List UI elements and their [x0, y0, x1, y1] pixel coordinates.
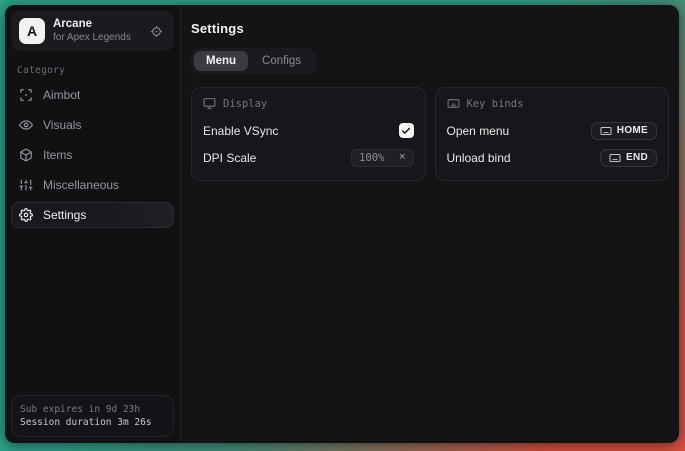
tab-bar: Menu Configs [191, 48, 316, 74]
dpi-label: DPI Scale [203, 151, 256, 165]
keyboard-icon [447, 97, 460, 110]
display-card-title: Display [223, 98, 267, 110]
unload-key: END [626, 152, 648, 163]
keyboard-icon [600, 125, 612, 137]
sidebar-item-miscellaneous[interactable]: Miscellaneous [11, 172, 174, 198]
profile-card: A Arcane for Apex Legends [11, 11, 174, 51]
open-menu-keybind-button[interactable]: HOME [591, 122, 657, 140]
sidebar-spacer [11, 228, 174, 395]
gear-icon [19, 208, 33, 222]
clear-icon[interactable]: × [399, 152, 405, 163]
keybinds-card-header: Key binds [447, 97, 658, 110]
sidebar-item-label: Items [43, 148, 72, 162]
vsync-label: Enable VSync [203, 124, 278, 138]
unload-bind-row: Unload bind END [447, 145, 658, 170]
display-card: Display Enable VSync DPI Scale [191, 87, 426, 181]
display-card-header: Display [203, 97, 414, 110]
open-menu-label: Open menu [447, 124, 510, 138]
tab-configs[interactable]: Configs [250, 51, 313, 71]
app-subtitle: for Apex Legends [53, 32, 138, 44]
main-content: Settings Menu Configs Display Enable VSy… [181, 5, 679, 443]
sidebar-item-label: Settings [43, 208, 86, 222]
dpi-scale-value: 100% [359, 152, 391, 164]
open-menu-key: HOME [617, 125, 648, 136]
target-icon-button[interactable] [146, 21, 166, 41]
sidebar-item-label: Aimbot [43, 88, 80, 102]
sidebar-item-label: Miscellaneous [43, 178, 119, 192]
crosshair-icon [19, 88, 33, 102]
open-menu-row: Open menu HOME [447, 118, 658, 143]
vsync-row: Enable VSync [203, 118, 414, 143]
vsync-checkbox[interactable] [399, 123, 414, 138]
sidebar-item-settings[interactable]: Settings [11, 202, 174, 228]
dpi-scale-input[interactable]: 100% × [351, 149, 413, 167]
app-name: Arcane [53, 18, 138, 31]
unload-keybind-button[interactable]: END [600, 149, 657, 167]
sidebar-item-items[interactable]: Items [11, 142, 174, 168]
sidebar-nav: Aimbot Visuals Items [11, 82, 174, 228]
sliders-icon [19, 178, 33, 192]
sidebar: A Arcane for Apex Legends Category [5, 5, 181, 443]
sidebar-item-visuals[interactable]: Visuals [11, 112, 174, 138]
check-icon [401, 126, 411, 136]
keybinds-card-title: Key binds [467, 98, 524, 110]
unload-bind-label: Unload bind [447, 151, 511, 165]
dpi-row: DPI Scale 100% × [203, 145, 414, 170]
settings-cards: Display Enable VSync DPI Scale [191, 87, 669, 181]
category-label: Category [17, 65, 174, 76]
app-logo: A [19, 18, 45, 44]
sidebar-item-label: Visuals [43, 118, 81, 132]
tab-menu[interactable]: Menu [194, 51, 248, 71]
keyboard-icon [609, 152, 621, 164]
keybinds-card: Key binds Open menu HOME Unload bind [435, 87, 670, 181]
sub-expires-text: Sub expires in 9d 23h [20, 403, 165, 416]
app-window: A Arcane for Apex Legends Category [5, 5, 679, 443]
page-title: Settings [191, 21, 669, 36]
profile-text: Arcane for Apex Legends [53, 18, 138, 44]
cube-icon [19, 148, 33, 162]
session-duration-text: Session duration 3m 26s [20, 416, 165, 429]
monitor-icon [203, 97, 216, 110]
eye-icon [19, 118, 33, 132]
session-card: Sub expires in 9d 23h Session duration 3… [11, 395, 174, 437]
sidebar-item-aimbot[interactable]: Aimbot [11, 82, 174, 108]
target-icon [150, 25, 163, 38]
